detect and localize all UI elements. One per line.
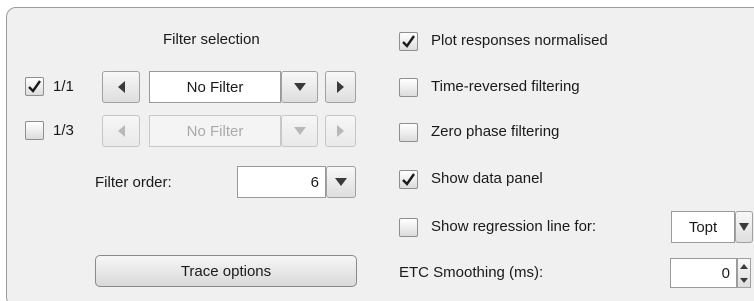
etc-smoothing-input[interactable]: 0	[670, 258, 737, 288]
etc-smoothing-label: ETC Smoothing (ms):	[399, 264, 544, 281]
zero-phase-label: Zero phase filtering	[431, 123, 560, 140]
regression-checkbox[interactable]	[399, 218, 418, 237]
filter-order-select[interactable]: 6	[237, 166, 326, 198]
filter-selection-title: Filter selection	[163, 31, 260, 48]
regression-label: Show regression line for:	[431, 218, 597, 235]
etc-smoothing-spinner[interactable]	[737, 258, 751, 288]
show-data-panel-checkbox[interactable]	[399, 170, 418, 189]
filter-1-1-prev-button[interactable]	[102, 71, 140, 103]
arrow-left-icon	[117, 125, 125, 137]
arrow-right-icon	[337, 81, 344, 93]
spinner-up-icon[interactable]	[740, 263, 748, 269]
plot-normalised-label: Plot responses normalised	[431, 32, 608, 49]
octave-1-1-label: 1/1	[53, 78, 74, 95]
arrow-left-icon	[117, 81, 125, 93]
filter-order-label: Filter order:	[95, 174, 172, 191]
regression-select[interactable]: Topt	[671, 211, 735, 243]
chevron-down-icon	[293, 83, 306, 91]
filter-1-3-prev-button[interactable]	[102, 115, 140, 147]
octave-1-1-checkbox[interactable]	[25, 77, 44, 96]
filter-1-3-dropdown-button[interactable]	[281, 115, 318, 147]
time-reversed-label: Time-reversed filtering	[431, 78, 580, 95]
spinner-down-icon[interactable]	[740, 277, 748, 283]
show-data-panel-label: Show data panel	[431, 170, 543, 187]
checkmark-icon	[28, 80, 41, 93]
arrow-right-icon	[337, 125, 344, 137]
octave-1-3-label: 1/3	[53, 122, 74, 139]
filter-order-dropdown-button[interactable]	[326, 166, 356, 198]
checkmark-icon	[402, 35, 415, 48]
chevron-down-icon	[293, 127, 306, 135]
chevron-down-icon	[739, 223, 749, 231]
plot-normalised-checkbox[interactable]	[399, 32, 418, 51]
regression-dropdown-button[interactable]	[735, 211, 753, 243]
chevron-down-icon	[335, 178, 347, 186]
checkmark-icon	[402, 173, 415, 186]
filter-1-1-select[interactable]: No Filter	[149, 71, 281, 103]
octave-1-3-checkbox[interactable]	[25, 121, 44, 140]
time-reversed-checkbox[interactable]	[399, 78, 418, 97]
filter-1-1-next-button[interactable]	[325, 71, 356, 103]
filter-1-3-next-button[interactable]	[325, 115, 356, 147]
zero-phase-checkbox[interactable]	[399, 123, 418, 142]
trace-options-button[interactable]: Trace options	[95, 255, 357, 287]
filter-1-3-select[interactable]: No Filter	[149, 115, 281, 147]
filter-1-1-dropdown-button[interactable]	[281, 71, 318, 103]
